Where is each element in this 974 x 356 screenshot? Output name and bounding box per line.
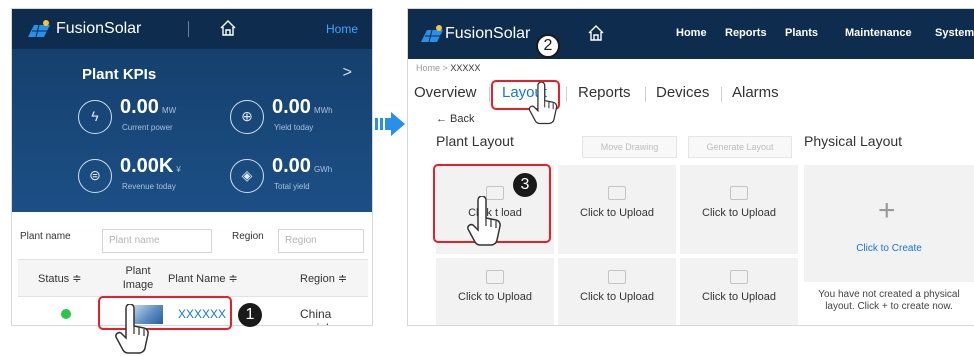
image-placeholder-icon: [486, 270, 504, 284]
header-divider: [188, 21, 189, 37]
upload-tile[interactable]: Click to Upload: [558, 165, 676, 254]
upload-tile[interactable]: Click to Upload: [680, 258, 798, 325]
physical-layout-title: Physical Layout: [804, 133, 903, 149]
kpi-value: 0.00: [120, 96, 159, 118]
tab-overview[interactable]: Overview: [414, 84, 477, 101]
breadcrumb-current: XXXXX: [450, 63, 481, 73]
home-link[interactable]: Home: [326, 22, 358, 36]
portal-header: FusionSolar Home Reports Plants Maintena…: [408, 9, 974, 59]
home-icon[interactable]: [219, 19, 237, 37]
column-plant-image: Plant Image: [122, 265, 154, 291]
upload-tile[interactable]: Click to Upload: [680, 165, 798, 254]
tab-devices[interactable]: Devices: [656, 84, 709, 101]
region-cell: China mainl...: [300, 307, 339, 325]
nav-home[interactable]: Home: [676, 27, 707, 39]
upload-label: Click to Upload: [580, 207, 654, 219]
tab-divider: [489, 87, 490, 102]
kpi-total-yield: ◈ 0.00 GWh Total yield: [230, 155, 372, 199]
breadcrumb-home[interactable]: Home: [416, 63, 440, 73]
kpi-label: Revenue today: [122, 182, 176, 191]
plant-name-input[interactable]: Plant name: [102, 229, 212, 253]
column-plant-name[interactable]: Plant Name ≑: [168, 272, 238, 285]
step-1-badge: 1: [238, 303, 262, 327]
nav-maintenance[interactable]: Maintenance: [845, 27, 912, 39]
kpi-value: 0.00: [272, 155, 311, 177]
arrow-right-icon: [375, 112, 405, 136]
move-drawing-button[interactable]: Move Drawing: [582, 136, 677, 158]
plant-name-label: Plant name: [20, 231, 71, 242]
plant-kpis-card[interactable]: Plant KPIs > ϟ 0.00 MW Current power ⊕ 0.…: [12, 49, 372, 212]
kpi-label: Yield today: [274, 123, 314, 132]
physical-layout-hint: You have not created a physical layout. …: [818, 289, 960, 312]
upload-label: Click to Upload: [702, 207, 776, 219]
kpi-label: Total yield: [274, 182, 310, 191]
tab-alarms[interactable]: Alarms: [732, 84, 779, 101]
back-link[interactable]: ← Back: [436, 113, 475, 125]
plus-icon: +: [878, 194, 896, 227]
kpi-revenue-today: ⊜ 0.00K ¥ Revenue today: [78, 155, 228, 199]
brand-name: FusionSolar: [56, 20, 142, 37]
status-online-dot: [61, 309, 71, 319]
kpi-unit: MWh: [313, 106, 333, 115]
upload-label: Click to Upload: [458, 291, 532, 303]
image-placeholder-icon: [730, 186, 748, 200]
image-placeholder-icon: [608, 186, 626, 200]
nav-system[interactable]: System: [935, 27, 974, 39]
mobile-app-panel: FusionSolar Home Plant KPIs > ϟ 0.00 MW C…: [11, 8, 373, 326]
power-icon: ϟ: [78, 100, 112, 134]
tab-reports[interactable]: Reports: [578, 84, 631, 101]
upload-label: Click to Upload: [702, 291, 776, 303]
create-link[interactable]: Click to Create: [804, 243, 974, 254]
upload-label: Click to Upload: [580, 291, 654, 303]
region-input[interactable]: Region: [278, 229, 364, 253]
breadcrumb-separator: >: [442, 63, 448, 73]
brand-name: FusionSolar: [445, 25, 531, 42]
kpi-value: 0.00K: [120, 155, 174, 177]
kpi-label: Current power: [122, 123, 173, 132]
pointing-hand-icon: [528, 82, 558, 125]
kpi-unit: MW: [161, 106, 177, 115]
revenue-icon: ⊜: [78, 159, 112, 193]
pointing-hand-icon: [467, 196, 501, 246]
image-placeholder-icon: [608, 270, 626, 284]
column-status[interactable]: Status ≑: [38, 272, 81, 285]
step-2-badge: 2: [536, 34, 560, 58]
kpi-current-power: ϟ 0.00 MW Current power: [78, 96, 228, 140]
chevron-right-icon[interactable]: >: [343, 64, 352, 82]
breadcrumb: Home > XXXXX: [416, 63, 480, 73]
region-label: Region: [232, 231, 264, 242]
nav-reports[interactable]: Reports: [725, 27, 767, 39]
nav-plants[interactable]: Plants: [785, 27, 818, 39]
app-header: FusionSolar Home: [12, 9, 372, 49]
kpis-title: Plant KPIs: [82, 66, 157, 83]
image-placeholder-icon: [730, 270, 748, 284]
create-physical-layout-tile[interactable]: + Click to Create: [804, 165, 974, 282]
kpi-unit: ¥: [176, 165, 181, 174]
generate-layout-button[interactable]: Generate Layout: [688, 136, 792, 158]
tab-divider: [645, 87, 646, 102]
step-3-badge: 3: [513, 173, 537, 197]
yield-today-icon: ⊕: [230, 100, 264, 134]
plant-layout-title: Plant Layout: [436, 133, 514, 149]
total-yield-icon: ◈: [230, 159, 264, 193]
column-region[interactable]: Region ≑: [300, 272, 347, 285]
tab-divider: [721, 87, 722, 102]
pointing-hand-icon: [115, 304, 149, 354]
table-header: Status ≑ Plant Image Plant Name ≑ Region…: [18, 259, 368, 297]
fusionsolar-logo-icon: [421, 25, 443, 43]
fusionsolar-logo-icon: [28, 20, 50, 38]
kpi-value: 0.00: [272, 96, 311, 118]
upload-tile[interactable]: Click to Upload: [436, 258, 554, 325]
upload-tile[interactable]: Click to Upload: [558, 258, 676, 325]
home-icon[interactable]: [587, 24, 605, 42]
kpi-unit: GWh: [313, 165, 333, 174]
tab-divider: [566, 87, 567, 102]
kpi-yield-today: ⊕ 0.00 MWh Yield today: [230, 96, 372, 140]
